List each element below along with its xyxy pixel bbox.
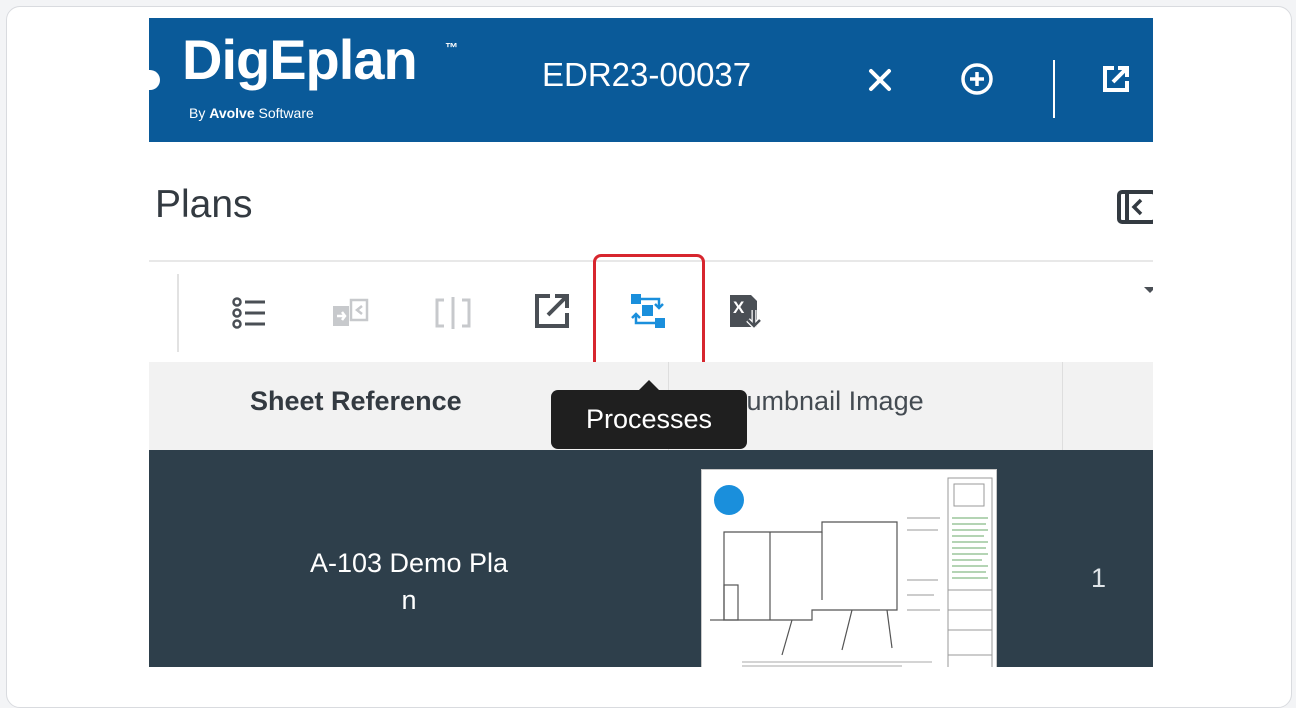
toolbar-divider: [177, 274, 179, 352]
plan-thumbnail[interactable]: [701, 469, 997, 667]
sheet-reference-line: A-103 Demo Pla: [309, 548, 509, 578]
close-record-button[interactable]: [863, 63, 897, 97]
column-sheet-reference[interactable]: Sheet Reference: [250, 386, 462, 417]
top-bar: DigEplan ™ By Avolve Software EDR23-0003…: [149, 18, 1153, 142]
tooltip-text: Processes: [585, 404, 713, 434]
popout-button[interactable]: [1101, 64, 1131, 94]
compare-button[interactable]: [331, 294, 369, 332]
collapse-panel-icon: [1117, 190, 1153, 224]
byline-brand: Avolve: [209, 105, 255, 121]
list-view-button[interactable]: [231, 294, 269, 332]
sheet-reference-cell: A-103 Demo Pla n: [259, 545, 559, 619]
table-row[interactable]: A-103 Demo Pla n 1: [149, 450, 1153, 667]
add-button[interactable]: [960, 62, 994, 96]
logo-byline: By Avolve Software: [189, 105, 314, 121]
logo-name: DigEplan: [182, 28, 418, 91]
sheet-reference-line: n: [401, 585, 417, 615]
processes-highlight-box: [593, 254, 705, 370]
toolbar-overflow[interactable]: [1144, 284, 1153, 296]
compare-icon: [333, 298, 369, 326]
svg-text:X: X: [733, 298, 745, 317]
plus-circle-icon: [961, 63, 993, 95]
topbar-divider: [1053, 60, 1055, 118]
app-window: DigEplan ™ By Avolve Software EDR23-0003…: [149, 18, 1153, 667]
status-dot: [714, 485, 744, 515]
excel-export-icon: X: [730, 295, 762, 330]
open-external-button[interactable]: [533, 292, 571, 330]
floor-plan-drawing: [710, 477, 993, 667]
external-link-icon: [1103, 66, 1129, 92]
split-view-button[interactable]: [434, 294, 472, 332]
split-view-icon: [435, 297, 471, 329]
row-count-cell: 1: [1091, 563, 1107, 593]
open-external-icon: [535, 294, 569, 328]
excel-export-button[interactable]: X: [727, 292, 765, 330]
column-divider: [1062, 362, 1063, 450]
logo-mark: [149, 70, 160, 90]
collapse-panel-button[interactable]: [1117, 190, 1153, 224]
plans-toolbar: X: [149, 254, 1153, 370]
close-icon: [869, 69, 891, 91]
byline-suffix: Software: [254, 105, 314, 121]
chevron-down-icon: [1144, 287, 1153, 293]
logo-trademark: ™: [445, 40, 458, 55]
page-title: Plans: [155, 183, 253, 226]
list-icon: [232, 297, 265, 329]
record-id: EDR23-00037: [542, 56, 752, 93]
byline-prefix: By: [189, 105, 210, 121]
tooltip: Processes: [551, 390, 747, 449]
